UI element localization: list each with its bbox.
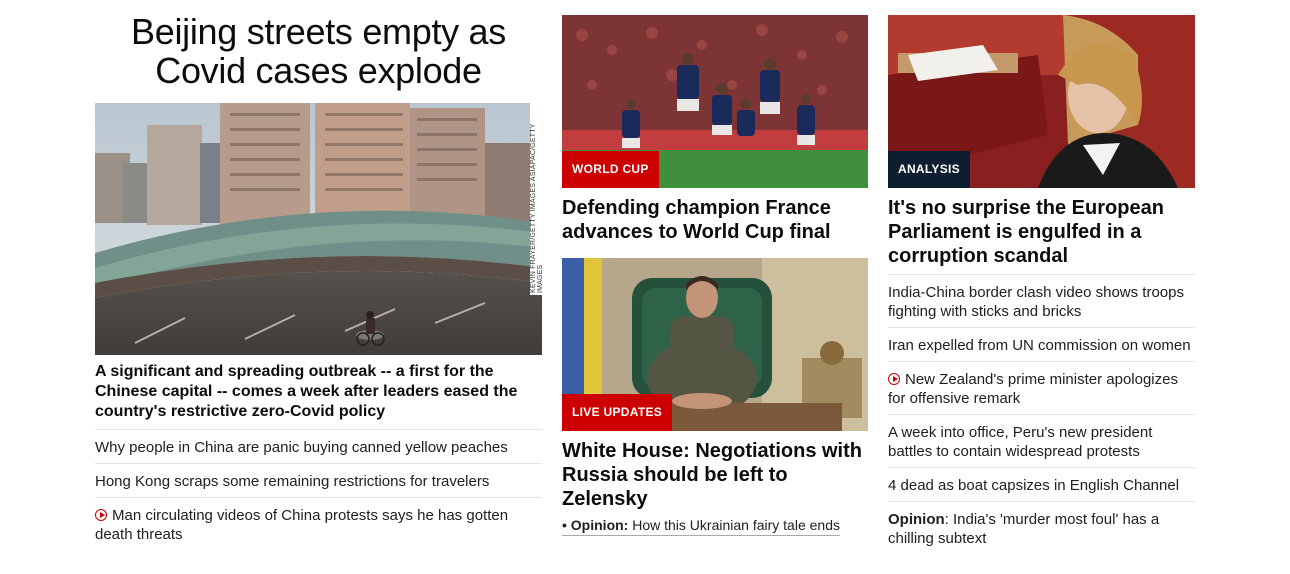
play-video-icon — [888, 373, 900, 385]
opinion-bullet: • — [562, 517, 567, 533]
zelensky-image[interactable]: LIVE UPDATES — [562, 258, 868, 431]
lead-summary[interactable]: A significant and spreading outbreak -- … — [95, 362, 542, 422]
opinion-prefix: Opinion — [888, 511, 945, 528]
list-item-text: India-China border clash video shows tro… — [888, 284, 1184, 320]
lead-related-list: Why people in China are panic buying can… — [95, 429, 542, 550]
list-item[interactable]: A week into office, Peru's new president… — [888, 414, 1195, 467]
beijing-street-photo — [95, 103, 542, 355]
image-credit: KEVIN FRAYER/GETTY IMAGES ASIAPAC/GETTY … — [530, 103, 542, 295]
list-item-text: 4 dead as boat capsizes in English Chann… — [888, 477, 1180, 494]
list-item-text: Hong Kong scraps some remaining restrict… — [95, 473, 490, 490]
list-item[interactable]: Why people in China are panic buying can… — [95, 429, 542, 463]
world-cup-headline[interactable]: Defending champion France advances to Wo… — [562, 196, 868, 244]
list-item-text: Why people in China are panic buying can… — [95, 439, 508, 456]
list-item-text: Man circulating videos of China protests… — [95, 507, 509, 543]
list-item[interactable]: India-China border clash video shows tro… — [888, 274, 1195, 327]
list-item[interactable]: New Zealand's prime minister apologizes … — [888, 361, 1195, 414]
list-item[interactable]: Iran expelled from UN commission on wome… — [888, 327, 1195, 361]
opinion-link[interactable]: • Opinion: How this Ukrainian fairy tale… — [562, 516, 840, 536]
zelensky-headline[interactable]: White House: Negotiations with Russia sh… — [562, 439, 868, 511]
list-item[interactable]: Man circulating videos of China protests… — [95, 497, 542, 550]
list-item-text: A week into office, Peru's new president… — [888, 424, 1153, 460]
list-item-text: New Zealand's prime minister apologizes … — [888, 371, 1178, 407]
world-cup-image[interactable]: WORLD CUP — [562, 15, 868, 188]
live-updates-label: LIVE UPDATES — [562, 394, 673, 431]
opinion-text: How this Ukrainian fairy tale ends — [632, 517, 840, 533]
analysis-image[interactable]: ANALYSIS — [888, 15, 1195, 188]
world-cup-label: WORLD CUP — [562, 151, 659, 188]
opinion-prefix: Opinion: — [570, 517, 629, 533]
list-item[interactable]: Opinion: India's 'murder most foul' has … — [888, 501, 1195, 554]
lead-story-image[interactable]: KEVIN FRAYER/GETTY IMAGES ASIAPAC/GETTY … — [95, 103, 542, 355]
play-video-icon — [95, 509, 107, 521]
right-related-list: India-China border clash video shows tro… — [888, 274, 1195, 554]
analysis-label: ANALYSIS — [888, 151, 970, 188]
list-item[interactable]: Hong Kong scraps some remaining restrict… — [95, 463, 542, 497]
lead-headline[interactable]: Beijing streets empty as Covid cases exp… — [95, 12, 542, 90]
list-item[interactable]: 4 dead as boat capsizes in English Chann… — [888, 467, 1195, 501]
list-item-text: Iran expelled from UN commission on wome… — [888, 337, 1191, 354]
analysis-headline[interactable]: It's no surprise the European Parliament… — [888, 196, 1195, 268]
